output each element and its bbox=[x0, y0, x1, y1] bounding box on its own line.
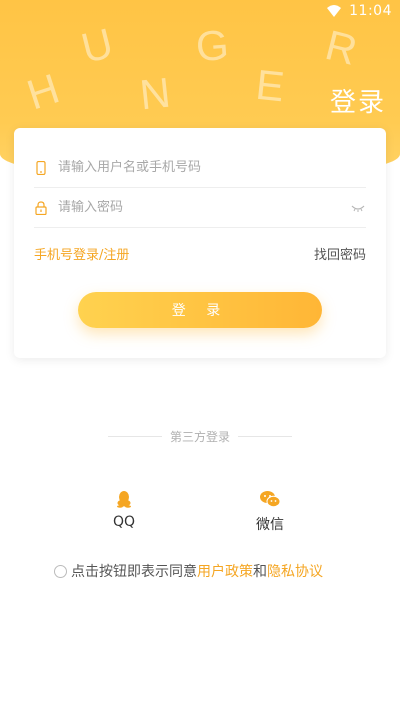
divider-line bbox=[238, 436, 293, 437]
third-party-title: 第三方登录 bbox=[170, 430, 231, 444]
phone-icon bbox=[34, 160, 48, 175]
agreement-prefix: 点击按钮即表示同意 bbox=[71, 564, 197, 580]
username-input[interactable] bbox=[58, 160, 366, 175]
decor-letter: R bbox=[320, 21, 362, 74]
lock-icon bbox=[34, 200, 48, 215]
decor-letter: N bbox=[137, 68, 173, 119]
qq-icon bbox=[94, 488, 154, 510]
password-field bbox=[34, 188, 366, 228]
eye-closed-icon[interactable] bbox=[350, 203, 366, 213]
decor-letter: U bbox=[76, 19, 118, 72]
status-time: 11:04 bbox=[349, 3, 392, 19]
login-button[interactable]: 登 录 bbox=[78, 292, 322, 328]
qq-label: QQ bbox=[112, 514, 136, 530]
status-bar: 11:04 bbox=[0, 0, 400, 22]
login-card: 手机号登录/注册 找回密码 登 录 bbox=[14, 128, 386, 358]
phone-login-link[interactable]: 手机号登录/注册 bbox=[34, 244, 129, 263]
wechat-icon bbox=[240, 488, 300, 510]
decor-letter: H bbox=[21, 64, 65, 119]
user-policy-link[interactable]: 用户政策 bbox=[197, 561, 253, 581]
agreement-radio[interactable] bbox=[54, 564, 67, 578]
wechat-login-button[interactable]: 微信 bbox=[240, 488, 300, 534]
divider-line bbox=[108, 436, 162, 437]
wifi-icon bbox=[327, 5, 342, 17]
login-links: 手机号登录/注册 找回密码 bbox=[34, 244, 366, 263]
username-field bbox=[34, 148, 366, 188]
privacy-policy-link[interactable]: 隐私协议 bbox=[267, 561, 323, 581]
qq-login-button[interactable]: QQ bbox=[94, 488, 154, 530]
forgot-password-link[interactable]: 找回密码 bbox=[314, 244, 366, 263]
page-title: 登录 bbox=[329, 88, 386, 118]
decor-letter: E bbox=[253, 60, 287, 111]
decor-letter: G bbox=[194, 20, 231, 71]
agreement-row: 点击按钮即表示同意 用户政策 和 隐私协议 bbox=[54, 561, 323, 581]
wechat-label: 微信 bbox=[256, 517, 284, 533]
third-party-divider: 第三方登录 bbox=[108, 428, 293, 445]
agreement-and: 和 bbox=[253, 564, 267, 580]
password-input[interactable] bbox=[58, 200, 350, 215]
